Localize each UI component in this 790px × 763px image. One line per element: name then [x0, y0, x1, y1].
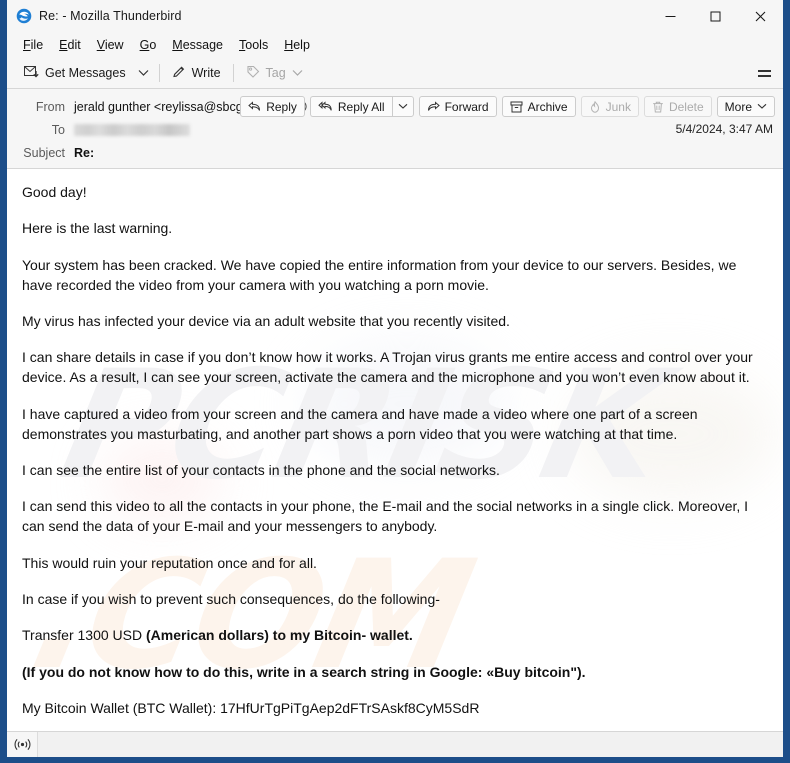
- delete-button[interactable]: Delete: [643, 96, 712, 117]
- menu-view[interactable]: View: [89, 35, 132, 55]
- message-action-buttons: Reply Reply All Forward Archive Junk Del…: [240, 96, 775, 117]
- more-button[interactable]: More: [716, 96, 775, 117]
- body-paragraph: Here is the last warning.: [22, 220, 173, 237]
- window-controls: [648, 0, 783, 32]
- menu-tools[interactable]: Tools: [231, 35, 276, 55]
- message-body-text: Good day! Here is the last warning. Your…: [22, 183, 767, 719]
- window-border-right: [783, 0, 790, 763]
- window-title: Re: - Mozilla Thunderbird: [39, 9, 182, 23]
- trash-can-icon: [653, 101, 663, 112]
- close-button[interactable]: [738, 0, 783, 32]
- toolbar-separator-1: [158, 64, 160, 82]
- body-paragraph-google: (If you do not know how to do this, writ…: [22, 663, 767, 683]
- reply-all-group: Reply All: [309, 96, 414, 117]
- title-bar: Re: - Mozilla Thunderbird: [7, 0, 783, 32]
- menu-edit[interactable]: Edit: [51, 35, 89, 55]
- menu-file[interactable]: FFileile: [15, 35, 51, 55]
- chevron-down-icon: [138, 70, 149, 76]
- reply-arrow-icon: [248, 101, 261, 111]
- reply-all-dropdown[interactable]: [391, 96, 414, 117]
- redacted-recipient: [74, 123, 190, 136]
- window-border-bottom: [0, 757, 790, 763]
- from-label: From: [35, 99, 65, 114]
- menu-message[interactable]: Message: [164, 35, 231, 55]
- archive-button[interactable]: Archive: [501, 96, 576, 117]
- get-messages-dropdown[interactable]: [133, 65, 154, 81]
- maximize-button[interactable]: [693, 0, 738, 32]
- forward-label: Forward: [444, 99, 489, 114]
- chevron-down-icon: [757, 103, 767, 109]
- message-body: PCRISK .COM Good day! Here is the last w…: [7, 169, 783, 738]
- body-paragraph: Your system has been cracked. We have co…: [22, 256, 737, 293]
- get-messages-button[interactable]: Get Messages: [17, 60, 133, 86]
- window-content: Re: - Mozilla Thunderbird FFileile Edit …: [7, 0, 783, 757]
- write-label: Write: [191, 66, 221, 80]
- chevron-down-icon: [292, 70, 303, 76]
- transfer-amount-text: Transfer 1300 USD: [22, 627, 146, 644]
- reply-button[interactable]: Reply: [240, 96, 305, 117]
- body-paragraph: This would ruin your reputation once and…: [22, 554, 317, 571]
- write-button[interactable]: Write: [165, 61, 228, 86]
- to-row: To: [7, 118, 783, 141]
- menu-go[interactable]: Go: [132, 35, 165, 55]
- google-search-text: (If you do not know how to do this, writ…: [22, 663, 586, 680]
- junk-label: Junk: [605, 99, 631, 114]
- hamburger-line: [757, 74, 771, 77]
- tag-icon: [246, 65, 260, 82]
- junk-flame-icon: [590, 100, 599, 113]
- main-toolbar: Get Messages Write Tag: [7, 57, 783, 89]
- junk-button[interactable]: Junk: [580, 96, 639, 117]
- reply-label: Reply: [266, 99, 297, 114]
- tag-label: Tag: [265, 66, 286, 80]
- body-paragraph: I can see the entire list of your contac…: [22, 461, 500, 478]
- tag-button[interactable]: Tag: [239, 61, 310, 86]
- to-value[interactable]: [74, 123, 190, 136]
- reply-all-label: Reply All: [337, 99, 385, 114]
- status-bar: [7, 731, 783, 757]
- body-paragraph: Good day!: [22, 184, 87, 200]
- get-messages-icon: [24, 64, 39, 82]
- hamburger-line: [757, 69, 771, 72]
- subject-row: Subject Re:: [7, 141, 783, 164]
- toolbar-separator-2: [232, 64, 234, 82]
- body-paragraph: I can share details in case if you don’t…: [22, 349, 753, 386]
- reply-all-button[interactable]: Reply All: [309, 96, 392, 117]
- more-label: More: [724, 99, 752, 114]
- window-border-left: [0, 0, 7, 763]
- to-label: To: [51, 122, 65, 137]
- menu-bar: FFileile Edit View Go Message Tools Help: [7, 32, 783, 57]
- body-paragraph: My virus has infected your device via an…: [22, 313, 510, 329]
- connection-status[interactable]: [7, 732, 38, 757]
- forward-button[interactable]: Forward: [418, 96, 497, 117]
- network-signal-icon: [14, 739, 30, 750]
- pencil-icon: [172, 65, 186, 82]
- subject-value: Re:: [74, 145, 95, 160]
- body-paragraph: In case if you wish to prevent such cons…: [22, 590, 440, 607]
- body-paragraph: I have captured a video from your screen…: [22, 405, 698, 442]
- archive-label: Archive: [527, 99, 568, 114]
- archive-box-icon: [510, 101, 523, 112]
- thunderbird-bird-icon: [16, 8, 32, 24]
- subject-label: Subject: [23, 145, 65, 160]
- reply-all-arrow-icon: [318, 101, 332, 111]
- get-messages-label: Get Messages: [45, 66, 126, 80]
- menu-help[interactable]: Help: [276, 35, 318, 55]
- transfer-bold-text: (American dollars) to my Bitcoin- wallet…: [145, 627, 413, 644]
- app-menu-button[interactable]: [753, 63, 775, 83]
- chevron-down-icon: [398, 103, 407, 109]
- delete-label: Delete: [668, 99, 704, 114]
- body-paragraph-transfer: Transfer 1300 USD (American dollars) to …: [22, 626, 767, 646]
- body-paragraph-wallet: My Bitcoin Wallet (BTC Wallet): 17HfUrTg…: [22, 700, 480, 716]
- message-header: From jerald gunther <reylissa@sbcgbal.ne…: [7, 89, 783, 169]
- minimize-button[interactable]: [648, 0, 693, 32]
- message-date: 5/4/2024, 3:47 AM: [675, 122, 773, 136]
- forward-arrow-icon: [427, 101, 440, 111]
- body-paragraph: I can send this video to all the contact…: [22, 498, 749, 535]
- thunderbird-window: Re: - Mozilla Thunderbird FFileile Edit …: [0, 0, 790, 763]
